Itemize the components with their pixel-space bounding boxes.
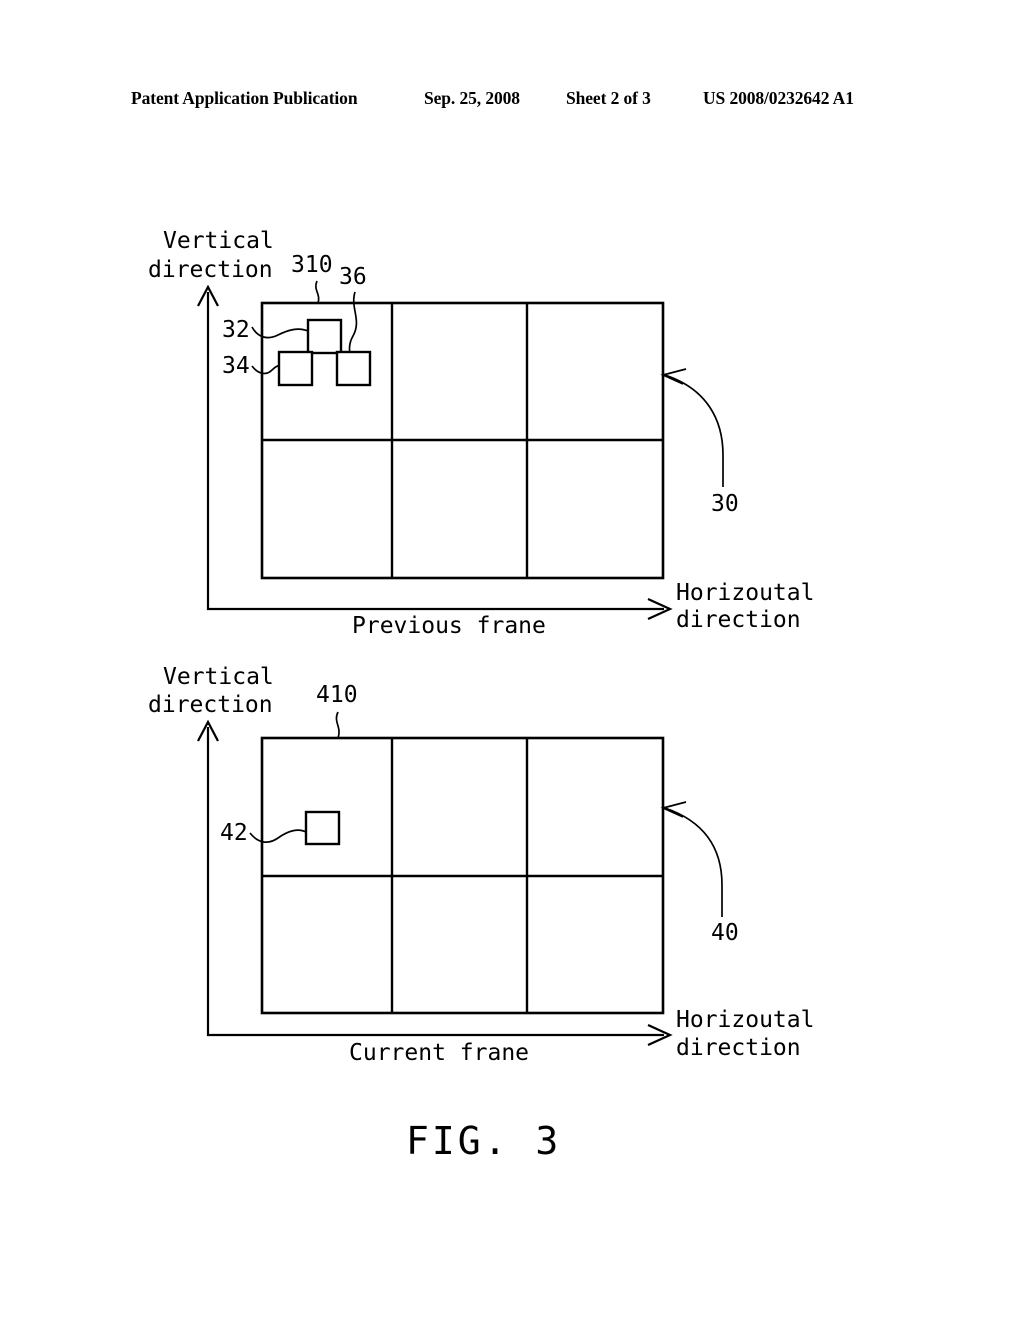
bottom-vertical-axis-label-line1: Vertical xyxy=(163,664,274,690)
current-frame-diagram: Vertical direction Horizoutal direction … xyxy=(148,664,814,1066)
macroblock-410-label: 410 xyxy=(316,682,358,708)
top-horizontal-axis-line xyxy=(206,600,664,611)
block-42-label: 42 xyxy=(220,820,248,846)
bottom-horizontal-axis-label-line1: Horizoutal xyxy=(676,1007,814,1033)
block-36-label: 36 xyxy=(339,264,367,290)
bottom-horizontal-axis-line xyxy=(206,1033,664,1037)
current-frame-ref-40-label: 40 xyxy=(711,920,739,946)
figure-caption: FIG. 3 xyxy=(406,1119,561,1163)
top-vertical-axis-label-line1: Vertical xyxy=(163,228,274,254)
macroblock-310-label: 310 xyxy=(291,252,333,278)
current-frame-block-42 xyxy=(304,810,341,846)
previous-frame-ref-30-label: 30 xyxy=(711,491,739,517)
top-horizontal-axis-label-line1: Horizoutal xyxy=(676,580,814,606)
current-frame-ref-40-leader xyxy=(664,807,723,917)
current-frame-caption: Current frane xyxy=(349,1040,529,1066)
previous-frame-caption: Previous frane xyxy=(352,613,546,639)
block-32-label: 32 xyxy=(222,317,250,343)
previous-frame-block-34 xyxy=(277,350,314,387)
macroblock-310-leader xyxy=(315,280,320,304)
block-34-label: 34 xyxy=(222,353,250,379)
block-42-leader xyxy=(249,829,307,843)
previous-frame-block-32 xyxy=(306,318,343,355)
macroblock-410-leader xyxy=(335,711,340,739)
block-32-leader xyxy=(251,326,309,339)
top-horizontal-axis-label-line2: direction xyxy=(676,607,801,633)
bottom-vertical-axis-label-line2: direction xyxy=(148,692,273,718)
previous-frame-diagram: Vertical direction Horizoutal direction … xyxy=(148,228,814,639)
bottom-horizontal-axis-label-line2: direction xyxy=(676,1035,801,1061)
top-vertical-axis-label-line2: direction xyxy=(148,257,273,283)
patent-figure-3: Vertical direction Horizoutal direction … xyxy=(148,228,814,1163)
previous-frame-ref-30-leader xyxy=(664,374,724,487)
previous-frame-block-36 xyxy=(335,350,372,387)
